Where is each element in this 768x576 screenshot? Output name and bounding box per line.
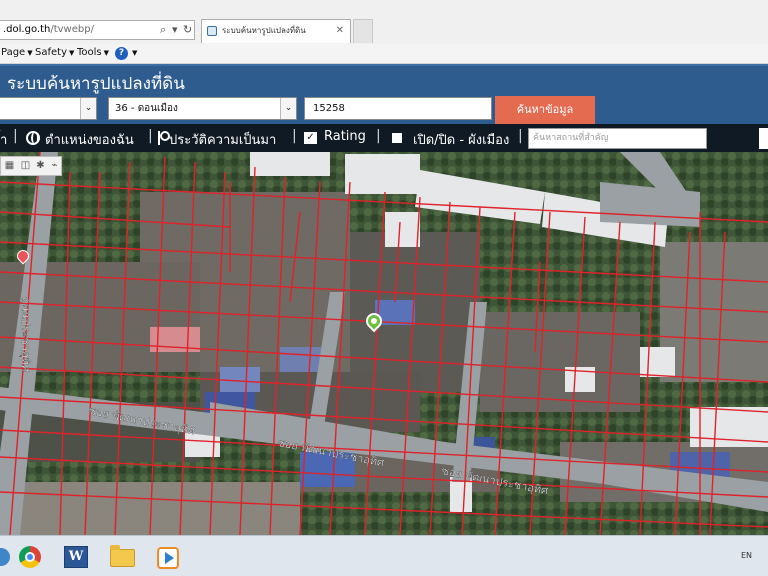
place-search-input[interactable]: ค้นหาสถานที่สำคัญ <box>528 128 707 149</box>
tab-favicon-icon <box>207 26 217 36</box>
safety-menu[interactable]: Safety ▼ <box>35 47 74 58</box>
taskbar-media-player[interactable] <box>148 540 188 574</box>
toolbar-separator: | <box>518 128 523 144</box>
url-host: .dol.go.th <box>3 24 51 35</box>
page-menu-label: Page <box>1 47 26 58</box>
history-icon <box>158 131 170 145</box>
rating-checkbox[interactable]: ✓ <box>304 132 317 144</box>
gear-icon[interactable]: ✱ <box>35 160 46 171</box>
parcel-number-input[interactable]: 15258 <box>304 97 492 120</box>
toolbar-separator: | <box>13 128 18 144</box>
toolbar-separator: | <box>148 128 153 144</box>
history-link[interactable]: ประวัติความเป็นมา <box>169 129 276 150</box>
dropdown-icon[interactable]: ▾ <box>172 22 178 38</box>
toolbar-item-partial[interactable]: ้า <box>0 129 7 150</box>
browser-tab-active[interactable]: ระบบค้นหารูปแปลงที่ดิน ✕ <box>201 19 351 43</box>
help-icon[interactable]: ? <box>115 47 128 60</box>
media-player-icon <box>157 547 179 569</box>
globe-icon <box>26 131 40 145</box>
folder-icon <box>110 545 135 567</box>
chevron-down-icon: ▼ <box>103 49 110 57</box>
page-menu[interactable]: Page ▼ <box>1 47 33 58</box>
address-bar[interactable]: .dol.go.th/tvwebp/ ⌕ ▾ ↻ <box>0 20 195 40</box>
road-label: ถนนประชาอุทิศ <box>19 297 32 372</box>
taskbar: W EN <box>0 535 768 576</box>
taskbar-chrome[interactable] <box>9 540 49 574</box>
search-icon[interactable]: ⌕ <box>160 22 166 38</box>
rating-label[interactable]: Rating <box>324 129 366 144</box>
share-icon[interactable]: ⌁ <box>49 160 60 171</box>
chrome-icon <box>19 546 41 568</box>
tools-menu[interactable]: Tools ▼ <box>77 47 109 58</box>
tab-title: ระบบค้นหารูปแปลงที่ดิน <box>222 26 306 35</box>
search-button[interactable]: ค้นหาข้อมูล <box>495 96 595 124</box>
satellite-map: ซอย พัฒนาประชาอุทิศ ซอย พัฒนาประชาอุทิศ … <box>0 152 768 535</box>
district-select-value: 36 - ดอนเมือง <box>115 103 178 114</box>
tools-menu-label: Tools <box>77 47 102 58</box>
toolbar-edge-control[interactable] <box>759 128 768 149</box>
browser-address-row: .dol.go.th/tvwebp/ ⌕ ▾ ↻ ระบบค้นหารูปแปล… <box>0 0 768 44</box>
district-select[interactable]: 36 - ดอนเมือง ⌄ <box>108 97 297 120</box>
chevron-down-icon[interactable]: ⌄ <box>80 98 96 119</box>
map-mini-toolbar: ▦ ◫ ✱ ⌁ <box>0 156 62 176</box>
city-plan-layer-label[interactable]: เปิด/ปิด - ผังเมือง <box>413 129 509 150</box>
layers-icon[interactable]: ◫ <box>20 160 31 171</box>
chevron-down-icon: ▼ <box>69 49 75 57</box>
help-chevron-icon[interactable]: ▼ <box>130 47 137 58</box>
refresh-icon[interactable]: ↻ <box>183 22 192 38</box>
my-location-link[interactable]: ตำแหน่งของฉัน <box>45 129 134 150</box>
map-toolbar: ้า | ตำแหน่งของฉัน | ประวัติความเป็นมา |… <box>0 124 768 152</box>
taskbar-explorer[interactable] <box>102 540 142 574</box>
page-title: ระบบค้นหารูปแปลงที่ดิน <box>7 74 185 94</box>
site-header: ระบบค้นหารูปแปลงที่ดิน <box>0 64 768 96</box>
city-plan-layer-checkbox[interactable] <box>392 133 402 143</box>
search-form: ⌄ 36 - ดอนเมือง ⌄ 15258 ค้นหาข้อมูล <box>0 96 768 124</box>
command-bar: Page ▼ Safety ▼ Tools ▼ ? ▼ <box>0 44 768 64</box>
tab-close-icon[interactable]: ✕ <box>336 20 344 42</box>
new-tab-button[interactable] <box>353 19 373 43</box>
chevron-down-icon[interactable]: ⌄ <box>280 98 296 119</box>
grid-icon[interactable]: ▦ <box>4 160 15 171</box>
word-icon: W <box>64 546 88 568</box>
safety-menu-label: Safety <box>35 47 67 58</box>
toolbar-separator: | <box>292 128 297 144</box>
toolbar-separator: | <box>376 128 381 144</box>
map-view[interactable]: ซอย พัฒนาประชาอุทิศ ซอย พัฒนาประชาอุทิศ … <box>0 152 768 535</box>
url-path: /tvwebp/ <box>50 24 94 35</box>
taskbar-word[interactable]: W <box>56 540 96 574</box>
language-indicator[interactable]: EN <box>741 551 752 560</box>
chevron-down-icon: ▼ <box>27 49 33 57</box>
province-select[interactable]: ⌄ <box>0 97 97 120</box>
